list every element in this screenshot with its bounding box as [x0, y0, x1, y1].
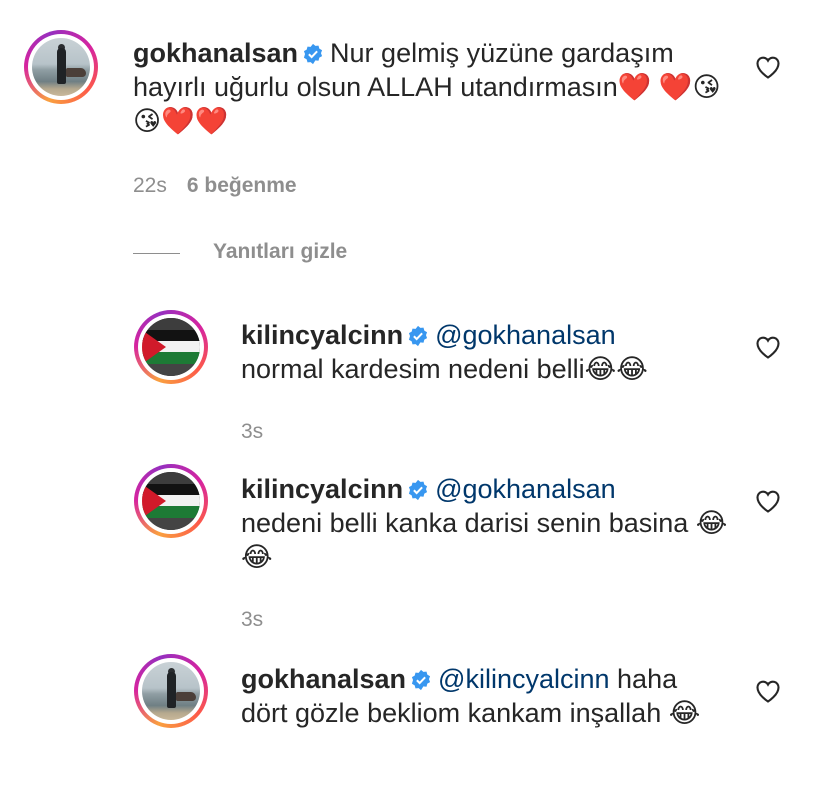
reply-body: kilincyalcinn @gokhanalsan nedeni belli ka…: [241, 472, 731, 574]
hide-replies-button[interactable]: Yanıtları gizle: [213, 240, 347, 264]
verified-badge-icon: [411, 669, 431, 691]
avatar[interactable]: [134, 654, 208, 728]
timestamp: 3s: [241, 420, 264, 443]
username[interactable]: kilincyalcinn: [241, 320, 403, 350]
flag-photo-avatar-image: [142, 472, 200, 530]
avatar[interactable]: [134, 310, 208, 384]
verified-badge-icon: [409, 325, 428, 347]
username[interactable]: gokhanalsan: [133, 38, 298, 68]
reply-text: nedeni belli kanka darisi senin basina 😂…: [241, 508, 728, 572]
reply-body: gokhanalsan @kilincyalcinn haha dört gözl…: [241, 662, 711, 730]
username[interactable]: gokhanalsan: [241, 664, 406, 694]
comment-body: gokhanalsan Nur gelmiş yüzüne gardaşım ha…: [133, 36, 733, 138]
mention-link[interactable]: @gokhanalsan: [435, 320, 616, 350]
avatar[interactable]: [24, 30, 98, 104]
mention-link[interactable]: @gokhanalsan: [435, 474, 616, 504]
verified-badge-icon: [303, 43, 323, 65]
reply-text: normal kardesim nedeni belli😂😂: [241, 354, 648, 384]
verified-badge-icon: [409, 479, 428, 501]
divider: [133, 253, 180, 254]
timestamp: 22s: [133, 174, 167, 197]
heart-icon[interactable]: [754, 334, 782, 360]
username[interactable]: kilincyalcinn: [241, 474, 403, 504]
avatar[interactable]: [134, 464, 208, 538]
heart-icon[interactable]: [754, 678, 782, 704]
heart-icon[interactable]: [754, 54, 782, 80]
mention-link[interactable]: @kilincyalcinn: [438, 664, 609, 694]
likes-count[interactable]: 6 beğenme: [187, 174, 297, 197]
lake-photo-avatar-image: [32, 38, 90, 96]
timestamp: 3s: [241, 608, 264, 631]
comment-meta: 22s 6 beğenme: [133, 174, 297, 198]
flag-photo-avatar-image: [142, 318, 200, 376]
reply-body: kilincyalcinn @gokhanalsan normal kardesim…: [241, 318, 721, 386]
heart-icon[interactable]: [754, 488, 782, 514]
lake-photo-avatar-image: [142, 662, 200, 720]
